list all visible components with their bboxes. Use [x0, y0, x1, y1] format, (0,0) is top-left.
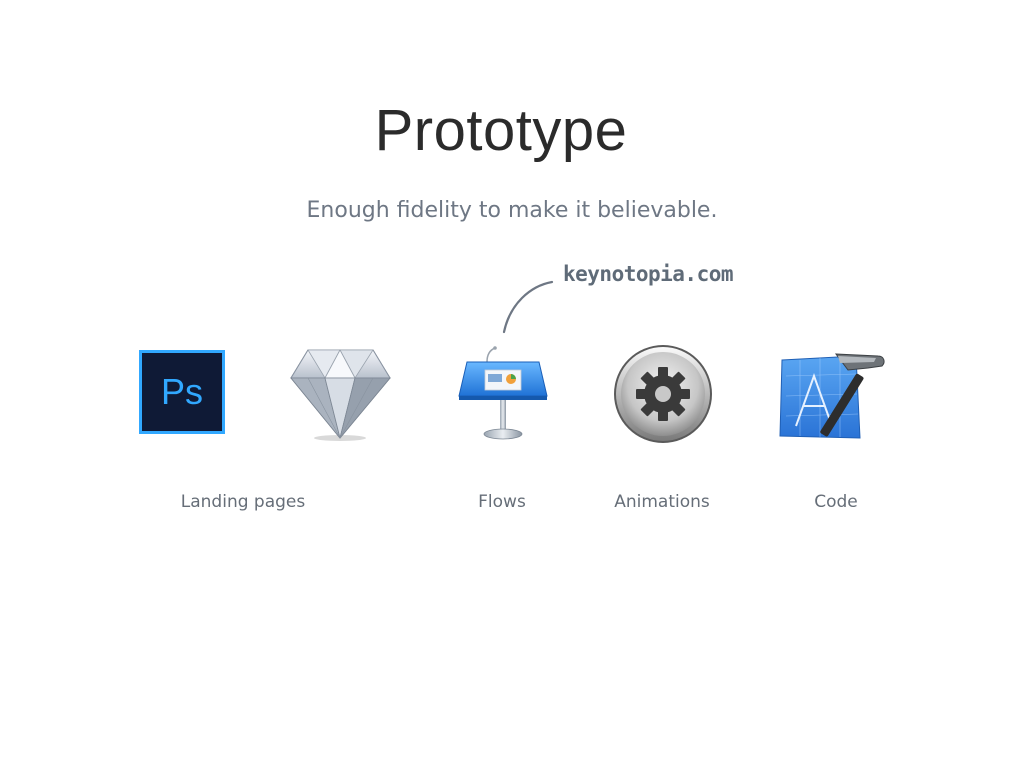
label-animations: Animations: [614, 492, 710, 512]
label-flows: Flows: [478, 492, 526, 512]
sketch-icon[interactable]: [290, 346, 391, 442]
keynote-icon[interactable]: [457, 346, 549, 442]
slide-subtitle: Enough fidelity to make it believable.: [306, 198, 718, 223]
label-landing-pages: Landing pages: [180, 492, 306, 512]
slide: Prototype Enough fidelity to make it bel…: [0, 0, 1024, 768]
photoshop-icon[interactable]: Ps: [139, 350, 225, 434]
slide-title: Prototype: [374, 98, 628, 163]
callout-label: keynotopia.com: [563, 262, 734, 286]
xcode-icon[interactable]: [778, 346, 888, 446]
callout-arrow: [502, 280, 554, 334]
gear-icon[interactable]: [613, 344, 713, 444]
photoshop-icon-text: Ps: [161, 371, 203, 412]
label-code: Code: [814, 492, 858, 512]
